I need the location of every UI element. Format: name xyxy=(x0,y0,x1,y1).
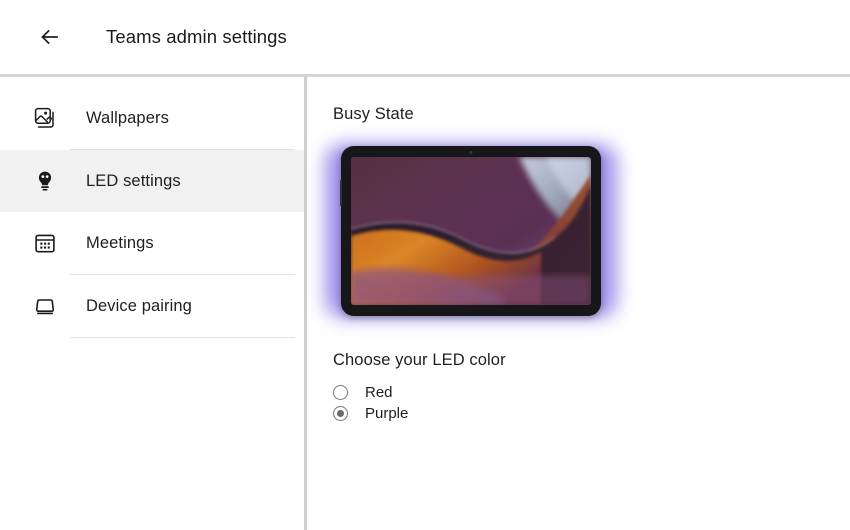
sidebar-item-meetings[interactable]: Meetings xyxy=(0,212,307,274)
sidebar-item-label: Wallpapers xyxy=(86,108,169,127)
lightbulb-icon xyxy=(30,170,60,192)
radio-label: Red xyxy=(365,383,393,401)
sidebar-item-label: LED settings xyxy=(86,171,181,190)
main-content: Busy State Choose your LED color Red Pur… xyxy=(307,77,850,530)
page-title: Teams admin settings xyxy=(106,26,287,47)
sidebar-divider-3 xyxy=(70,337,295,338)
sidebar-item-device-pairing[interactable]: Device pairing xyxy=(0,275,307,337)
radio-button[interactable] xyxy=(333,405,348,421)
tablet-screen xyxy=(351,157,591,305)
page-header: Teams admin settings xyxy=(0,0,850,74)
back-button[interactable] xyxy=(30,17,70,57)
radio-option-red[interactable]: Red xyxy=(333,382,483,402)
sidebar-item-label: Meetings xyxy=(86,233,154,252)
radio-button[interactable] xyxy=(333,384,348,400)
page-body: Wallpapers LED settings Meetings Device … xyxy=(0,77,850,530)
choose-led-color-title: Choose your LED color xyxy=(333,351,506,369)
section-title: Busy State xyxy=(333,105,414,123)
monitor-icon xyxy=(30,295,60,317)
led-color-radio-group[interactable]: Red Purple xyxy=(333,382,850,423)
sidebar-item-label: Device pairing xyxy=(86,296,192,315)
image-icon xyxy=(30,107,60,129)
wallpaper-image xyxy=(351,157,591,305)
radio-option-purple[interactable]: Purple xyxy=(333,403,483,423)
sidebar: Wallpapers LED settings Meetings Device … xyxy=(0,77,307,530)
tablet-bezel xyxy=(340,146,601,316)
radio-label: Purple xyxy=(365,404,409,422)
tablet-preview xyxy=(325,142,617,320)
arrow-left-icon xyxy=(37,24,63,50)
calendar-icon xyxy=(30,232,60,254)
sidebar-item-wallpapers[interactable]: Wallpapers xyxy=(0,87,307,149)
sidebar-item-led-settings[interactable]: LED settings xyxy=(0,150,307,212)
sidebar-vertical-divider xyxy=(304,77,307,530)
tablet-side-button xyxy=(340,180,342,206)
